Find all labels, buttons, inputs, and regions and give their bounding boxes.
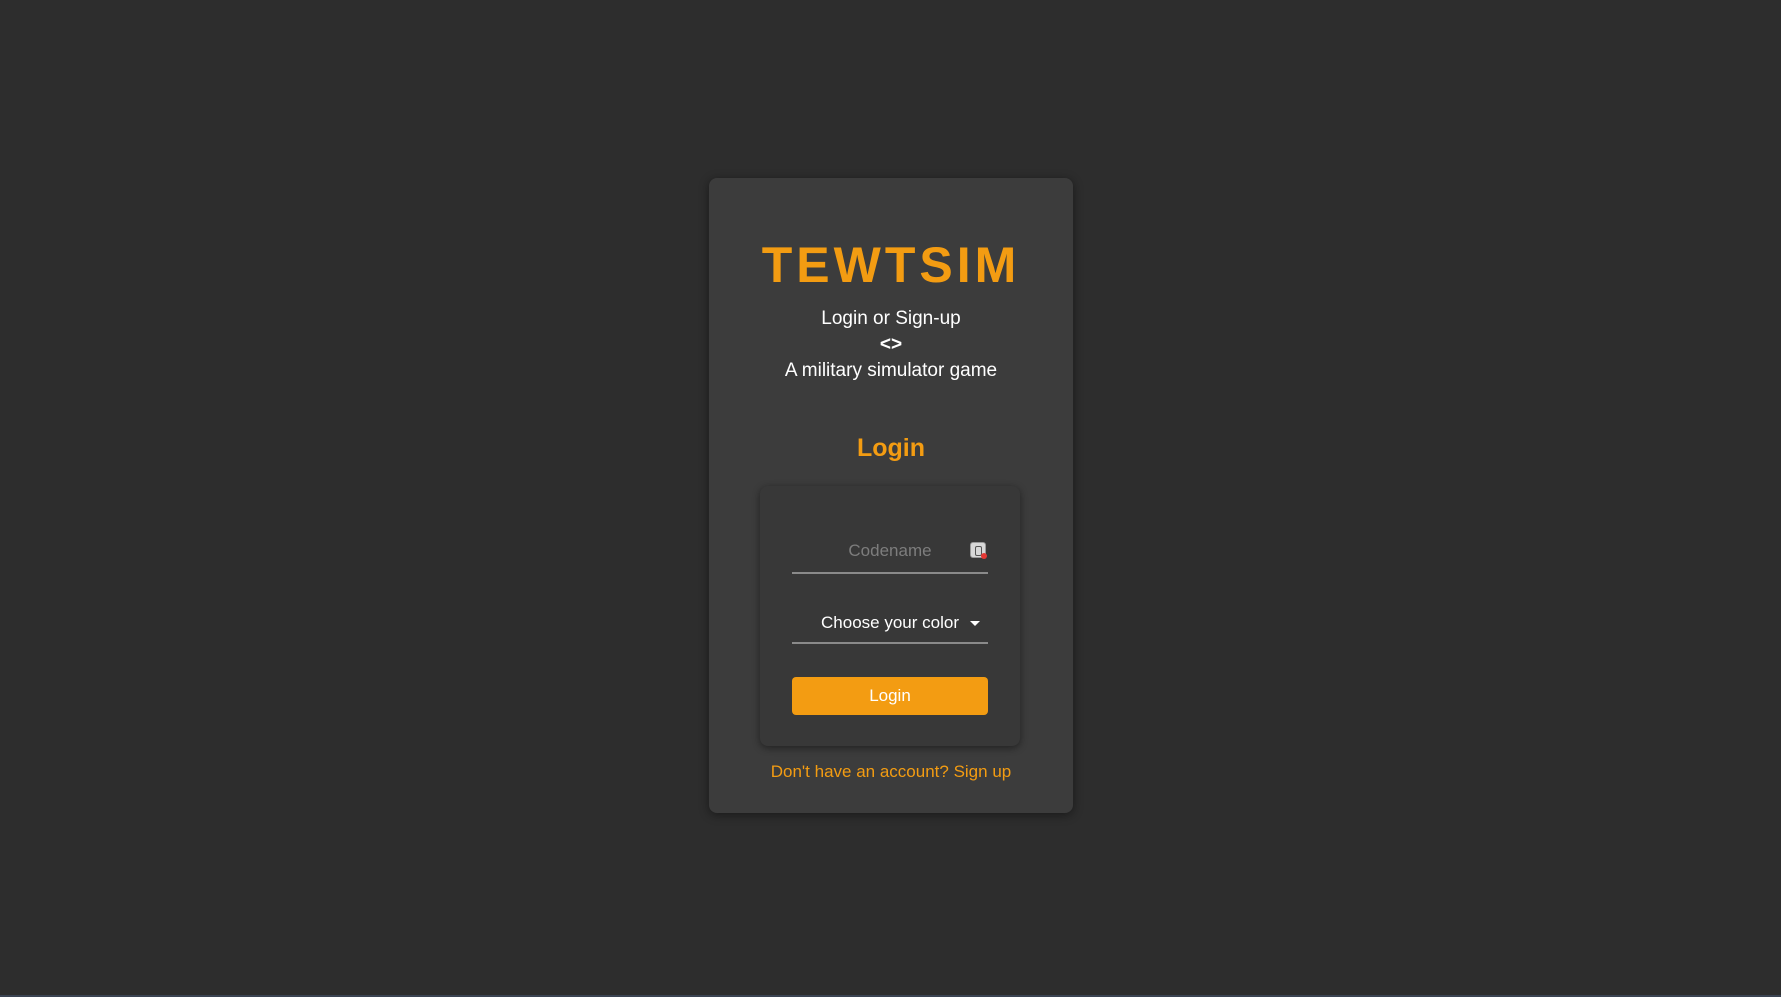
login-button[interactable]: Login [792, 677, 988, 715]
login-section-title: Login [856, 434, 926, 462]
signup-link[interactable]: Don't have an account? Sign up [709, 763, 1073, 780]
subtitle-separator: <> [879, 334, 903, 355]
codename-input[interactable] [792, 530, 988, 572]
subtitle-login-or-signup: Login or Sign-up [821, 308, 961, 329]
login-card: TEWTSIM Login or Sign-up <> A military s… [709, 178, 1073, 813]
page: TEWTSIM Login or Sign-up <> A military s… [0, 0, 1781, 997]
login-form: Choose your color Login [760, 486, 1020, 746]
caret-down-icon [970, 621, 980, 626]
password-manager-key-icon[interactable] [970, 542, 987, 559]
color-select[interactable]: Choose your color [792, 604, 988, 644]
subtitle-tagline: A military simulator game [784, 360, 998, 381]
app-title: TEWTSIM [761, 237, 1021, 293]
codename-field [792, 530, 988, 574]
color-select-value: Choose your color [821, 613, 959, 632]
